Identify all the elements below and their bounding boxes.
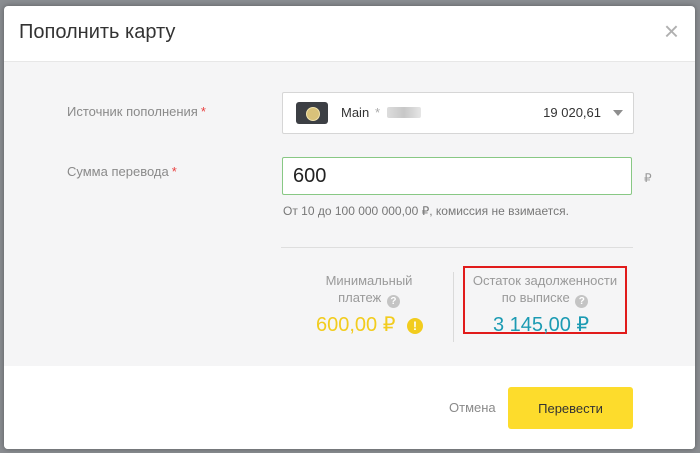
vertical-divider (453, 272, 454, 342)
min-payment-label-line1: Минимальный (325, 273, 413, 288)
amount-input[interactable] (282, 157, 632, 195)
source-balance: 19 020,61 (543, 105, 601, 120)
min-payment-label: Минимальный платеж ? (304, 272, 434, 308)
dialog-title: Пополнить карту (19, 21, 176, 43)
source-label: Источник пополнения * (67, 104, 206, 119)
dialog-header: Пополнить карту × (4, 6, 695, 62)
source-card-name: Main (341, 105, 370, 120)
min-payment-label-line2: платеж (338, 290, 382, 305)
close-icon[interactable]: × (664, 16, 679, 46)
required-mark: * (171, 164, 177, 179)
debt-label-line2: по выписке (501, 290, 570, 305)
help-icon[interactable]: ? (386, 295, 400, 308)
transfer-button[interactable]: Перевести (508, 387, 633, 429)
warning-icon[interactable]: ! (407, 318, 423, 334)
help-icon[interactable]: ? (575, 295, 589, 308)
source-card-mask: * (375, 105, 381, 120)
card-logo (306, 107, 320, 121)
dialog-body: Источник пополнения * Main * 19 020,61 Су… (4, 62, 695, 366)
divider (281, 247, 633, 248)
chevron-down-icon (613, 110, 623, 116)
amount-label-text: Сумма перевода (67, 164, 169, 179)
top-up-card-dialog: Пополнить карту × Источник пополнения * M… (4, 6, 695, 449)
currency-sign: ₽ (644, 171, 652, 185)
min-payment-amount: 600,00 ₽ (316, 314, 396, 336)
required-mark: * (200, 104, 206, 119)
cancel-button[interactable]: Отмена (449, 400, 496, 415)
debt-amount: 3 145,00 ₽ (493, 314, 590, 336)
dialog-footer: Отмена Перевести (4, 366, 695, 449)
source-label-text: Источник пополнения (67, 104, 198, 119)
amount-hint: От 10 до 100 000 000,00 ₽, комиссия не в… (283, 204, 569, 218)
debt-label: Остаток задолженности по выписке ? (463, 272, 627, 308)
amount-label: Сумма перевода * (67, 164, 177, 179)
card-icon (296, 102, 328, 124)
source-select[interactable]: Main * 19 020,61 (282, 92, 634, 134)
source-card-number-blurred (387, 107, 421, 118)
debt-label-line1: Остаток задолженности (472, 273, 618, 288)
